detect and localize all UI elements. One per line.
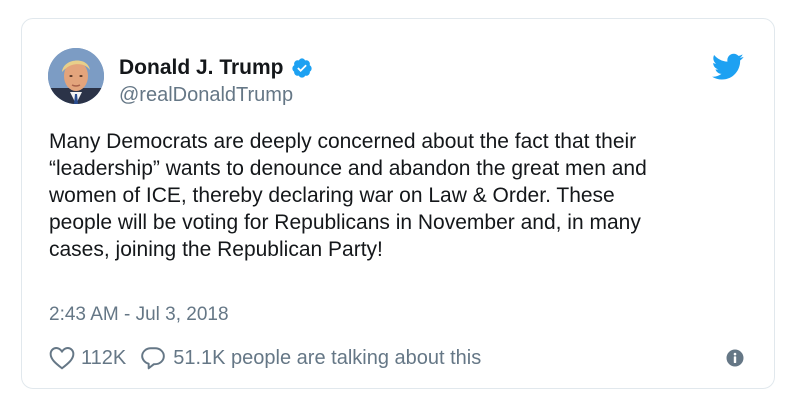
author-handle[interactable]: @realDonaldTrump [119, 83, 293, 107]
author-avatar[interactable] [48, 48, 104, 104]
info-icon[interactable] [726, 349, 744, 367]
tweet-text: Many Democrats are deeply concerned abou… [49, 128, 754, 263]
tweet-text-line: Many Democrats are deeply concerned abou… [49, 130, 637, 153]
tweet-text-line: “leadership” wants to denounce and aband… [49, 157, 647, 180]
speech-bubble-icon [141, 347, 166, 370]
like-count: 112K [81, 346, 127, 369]
verified-badge-icon [291, 57, 313, 79]
twitter-bird-icon[interactable] [712, 53, 744, 81]
like-button[interactable]: 112K [49, 346, 126, 370]
tweet-text-line: people will be voting for Republicans in… [49, 211, 641, 234]
tweet-card[interactable]: Donald J. Trump @realDonaldTrump Many De… [21, 18, 775, 389]
tweet-text-line: cases, joining the Republican Party! [49, 238, 383, 261]
talking-about-text[interactable]: 51.1K people are talking about this [173, 347, 481, 370]
conversation-button[interactable]: 51.1K people are talking about this [140, 345, 481, 371]
author-name-row[interactable]: Donald J. Trump [119, 55, 313, 81]
tweet-text-line: women of ICE, thereby declaring war on L… [49, 184, 615, 207]
tweet-actions: 112K 51.1K people are talking about this [49, 344, 481, 372]
avatar-photo-icon [48, 48, 104, 104]
tweet-timestamp[interactable]: 2:43 AM - Jul 3, 2018 [49, 303, 229, 327]
author-display-name[interactable]: Donald J. Trump [119, 55, 284, 81]
heart-icon [49, 347, 75, 370]
